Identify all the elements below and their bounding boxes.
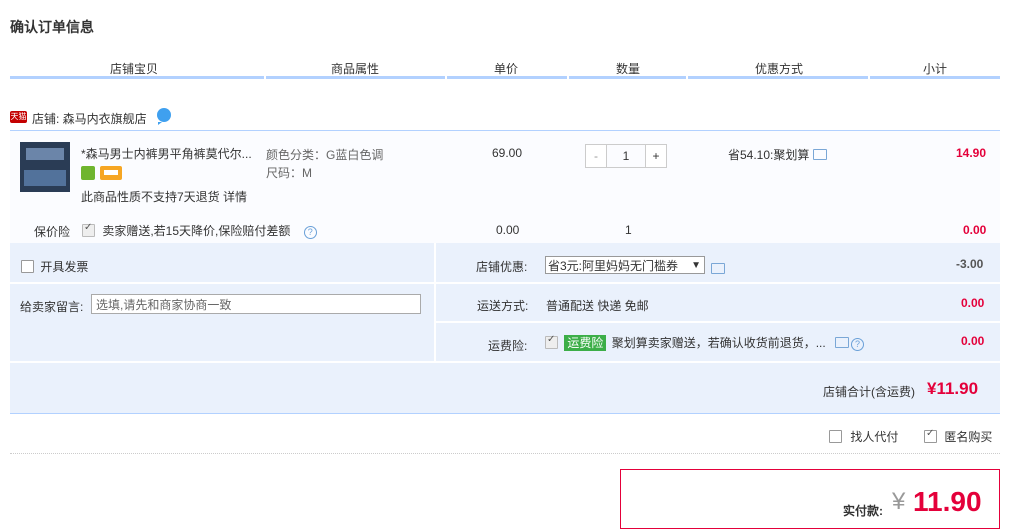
shop-discount-select[interactable]: 省3元:阿里妈妈无门槛券 ▼ xyxy=(545,256,705,274)
pay-label: 实付款: xyxy=(843,504,883,518)
divider xyxy=(10,453,1000,454)
card-badge-icon xyxy=(100,166,122,180)
proxy-pay-checkbox[interactable] xyxy=(829,430,842,443)
col-item: 店铺宝贝 xyxy=(110,62,159,76)
help-icon[interactable]: ? xyxy=(303,226,317,239)
unit-price: 69.00 xyxy=(492,146,523,160)
item-subtotal: 14.90 xyxy=(956,146,987,160)
freight-insurance-label: 运费险: xyxy=(488,339,528,353)
chevron-down-icon: ▼ xyxy=(691,260,701,271)
shop-discount-value: 省3元:阿里妈妈无门槛券 xyxy=(548,259,679,273)
attr-color: 颜色分类：G蓝白色调 xyxy=(266,148,384,162)
memo-label: 给卖家留言: xyxy=(20,300,84,314)
decrement-button[interactable]: - xyxy=(585,144,607,168)
shipping-amount: 0.00 xyxy=(961,296,985,310)
chat-icon[interactable] xyxy=(157,108,171,125)
attr-size: 尺码：M xyxy=(266,166,312,180)
shop-discount-label: 店铺优惠: xyxy=(476,260,528,274)
promo-info: 省54.10:聚划算 xyxy=(728,146,828,163)
freight-insurance-checkbox[interactable] xyxy=(545,334,558,349)
pay-amount: 11.90 xyxy=(913,486,982,517)
tmall-icon: 天猫 xyxy=(10,111,27,123)
insurance-checkbox[interactable] xyxy=(82,222,95,237)
shipping-label: 运送方式: xyxy=(477,299,529,313)
message-icon[interactable] xyxy=(835,337,850,348)
divider xyxy=(10,413,1000,414)
shop-discount-amount: -3.00 xyxy=(956,257,984,271)
shipping-value: 普通配送 快递 免邮 xyxy=(546,299,649,313)
insurance-price: 0.00 xyxy=(496,223,520,237)
freight-insurance-tag: 运费险 xyxy=(564,335,607,351)
col-promo: 优惠方式 xyxy=(755,62,804,76)
invoice-option[interactable]: 开具发票 xyxy=(21,258,88,275)
table-header: 店铺宝贝 商品属性 单价 数量 优惠方式 小计 xyxy=(10,56,1000,80)
payment-summary: 实付款: ¥ 11.90 xyxy=(620,469,1000,529)
message-icon[interactable] xyxy=(813,149,828,160)
product-name[interactable]: *森马男士内裤男平角裤莫代尔... xyxy=(81,145,252,162)
insurance-label: 保价险 xyxy=(34,225,71,239)
promo-text: 省54.10:聚划算 xyxy=(728,148,810,162)
freight-insurance-desc: 聚划算卖家赠送，若确认收货前退货，... xyxy=(611,336,826,350)
insurance-desc: 卖家赠送,若15天降价,保险赔付差额 xyxy=(102,224,291,238)
proxy-pay-option[interactable]: 找人代付 xyxy=(829,428,898,445)
shop-total-label: 店铺合计(含运费) xyxy=(823,385,915,399)
col-price: 单价 xyxy=(494,62,519,76)
message-icon[interactable] xyxy=(711,263,725,274)
header-underline xyxy=(10,76,1000,79)
quantity-input[interactable]: 1 xyxy=(607,144,645,168)
col-subtotal: 小计 xyxy=(923,62,948,76)
return-note[interactable]: 此商品性质不支持7天退货 详情 xyxy=(81,188,247,205)
anonymous-label: 匿名购买 xyxy=(944,430,993,444)
freight-insurance-option: 运费险 聚划算卖家赠送，若确认收货前退货，... ? xyxy=(545,334,865,351)
shop-total-value: ¥11.90 xyxy=(927,379,979,398)
increment-button[interactable]: + xyxy=(645,144,667,168)
proxy-pay-label: 找人代付 xyxy=(850,430,899,444)
service-badge-icon xyxy=(81,166,95,180)
product-thumbnail[interactable] xyxy=(20,142,70,192)
invoice-checkbox[interactable] xyxy=(21,260,34,273)
insurance-subtotal: 0.00 xyxy=(963,223,987,237)
pay-currency: ¥ xyxy=(892,488,906,515)
invoice-label: 开具发票 xyxy=(40,260,89,274)
page-title: 确认订单信息 xyxy=(10,19,94,35)
quantity-stepper: - 1 + xyxy=(585,144,669,168)
col-qty: 数量 xyxy=(616,62,641,76)
anonymous-option[interactable]: 匿名购买 xyxy=(924,428,992,445)
col-attr: 商品属性 xyxy=(331,62,380,76)
shop-name[interactable]: 店铺: 森马内衣旗舰店 xyxy=(32,110,147,127)
insurance-qty: 1 xyxy=(625,223,632,237)
memo-input[interactable]: 选填,请先和商家协商一致 xyxy=(91,294,421,314)
help-icon[interactable]: ? xyxy=(851,338,865,351)
shop-row: 天猫 店铺: 森马内衣旗舰店 xyxy=(10,108,1000,130)
anonymous-checkbox[interactable] xyxy=(924,428,937,443)
insurance-option: 卖家赠送,若15天降价,保险赔付差额 ? xyxy=(82,222,317,239)
freight-insurance-amount: 0.00 xyxy=(961,334,985,348)
